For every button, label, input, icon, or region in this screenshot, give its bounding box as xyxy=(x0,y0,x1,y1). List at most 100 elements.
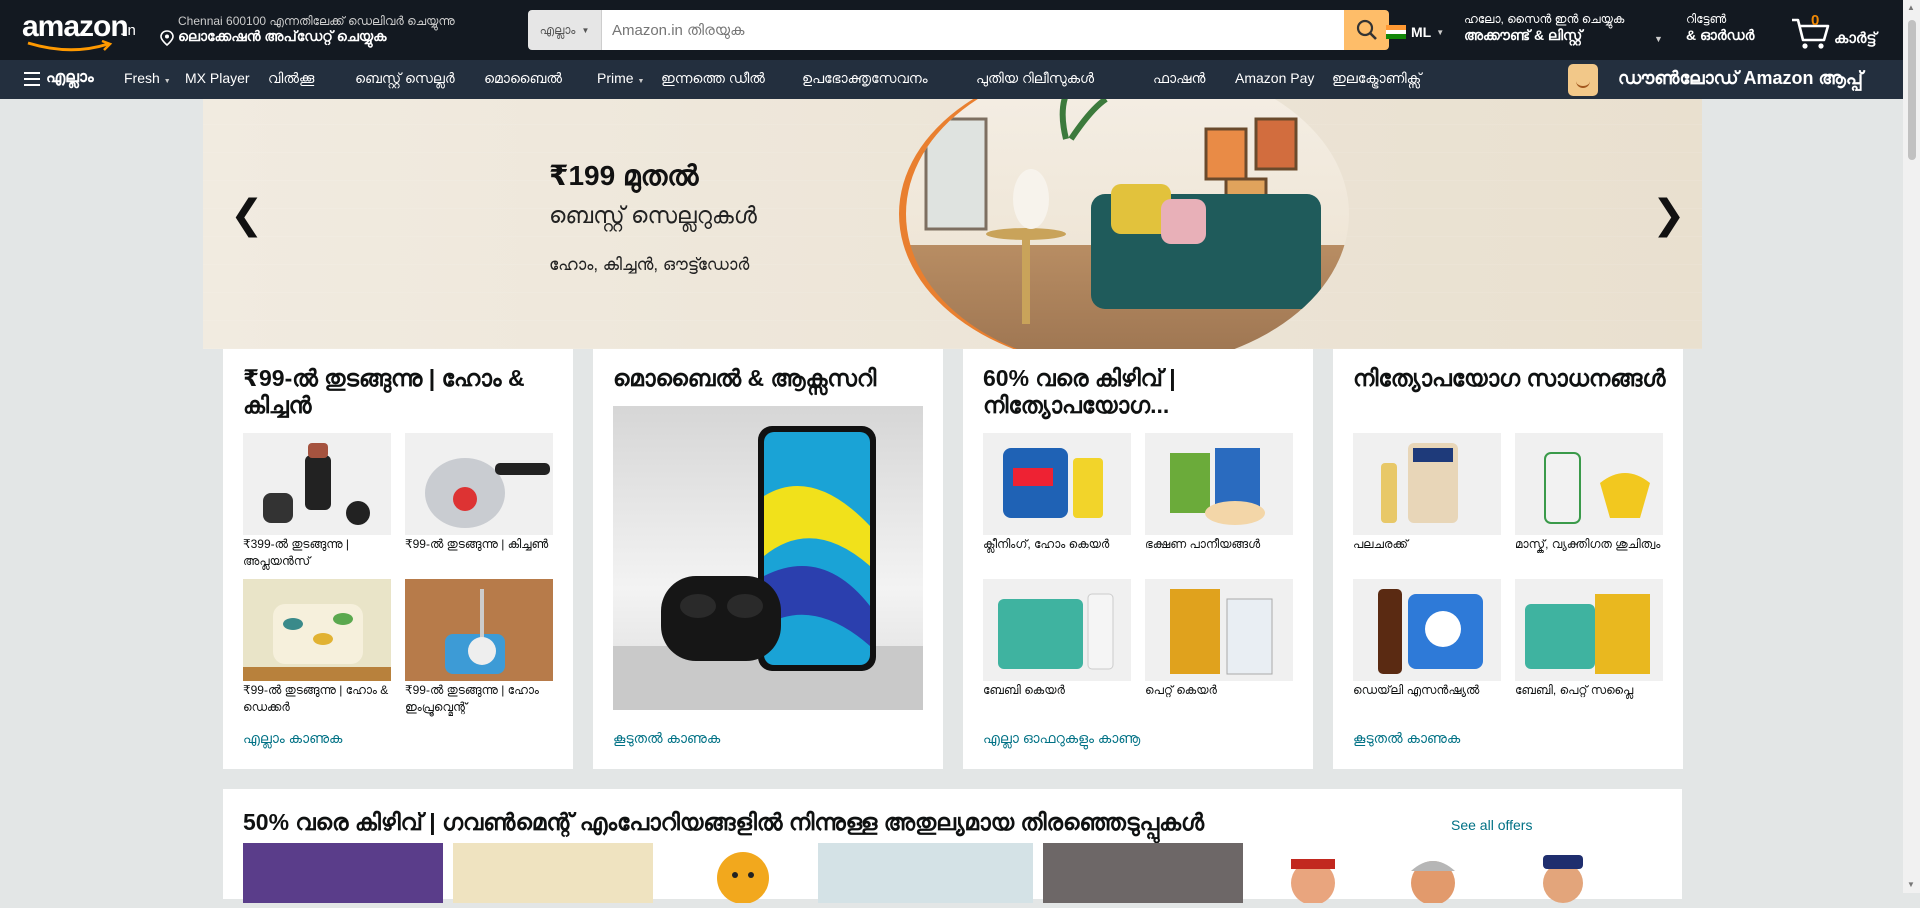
mop-image xyxy=(405,579,553,681)
search-category-select[interactable]: എല്ലാം ▼ xyxy=(528,10,602,50)
nav-item-todays-deals[interactable]: ഇന്നത്തെ ഡീൽ xyxy=(661,70,765,87)
hero-price: ₹199 മുതൽ xyxy=(549,160,699,191)
tile-caption: ₹99-ൽ തുടങ്ങുന്നു | ഹോം & ഡെക്കർ xyxy=(243,683,389,714)
tile-caption: ₹99-ൽ തുടങ്ങുന്നു | കിച്ചൺ xyxy=(405,537,549,551)
product-thumbnail[interactable] xyxy=(1383,843,1483,905)
product-thumbnail[interactable] xyxy=(683,843,803,904)
nav-item-fresh[interactable]: Fresh ▼ xyxy=(124,70,171,86)
page-scrollbar[interactable]: ▲ ▼ xyxy=(1903,0,1920,893)
chevron-down-icon: ▼ xyxy=(637,78,645,85)
tile-caption: ₹399-ൽ തുടങ്ങുന്നു | അപ്ലയൻസ് xyxy=(243,537,349,568)
logo-smile-icon xyxy=(27,40,113,52)
nav-item-amazon-pay[interactable]: Amazon Pay xyxy=(1235,70,1314,86)
carousel-prev-button[interactable]: ❮ xyxy=(230,192,264,238)
tile-masks-hygiene[interactable]: മാസ്ക്, വ്യക്തിഗത ശുചിത്വം xyxy=(1515,433,1663,553)
tile-appliances[interactable]: ₹399-ൽ തുടങ്ങുന്നു | അപ്ലയൻസ് xyxy=(243,433,391,570)
card-see-more-link[interactable]: കൂടുതൽ കാണുക xyxy=(613,730,720,747)
strip-title: 50% വരെ കിഴിവ് | ഗവൺമെന്റ് എംപോറിയങ്ങളിൽ… xyxy=(243,809,1205,835)
search-icon xyxy=(1356,19,1377,40)
scroll-up-icon[interactable]: ▲ xyxy=(1907,3,1915,12)
tile-food-beverages[interactable]: ഭക്ഷണ പാനീയങ്ങൾ xyxy=(1145,433,1293,553)
cleaning-products-image xyxy=(983,433,1131,535)
language-selector[interactable]: ML ▼ xyxy=(1386,24,1444,40)
tile-grocery[interactable]: പലചരക്ക് xyxy=(1353,433,1501,553)
tile-daily-essential[interactable]: ഡെയ്‌ലി എസൻഷ്യൽ xyxy=(1353,579,1501,699)
nav-item-mx-player[interactable]: MX Player xyxy=(185,70,250,86)
tile-caption: ബേബി, പെറ്റ് സപ്ലൈ xyxy=(1515,683,1634,697)
chevron-down-icon: ▼ xyxy=(581,25,590,35)
hero-carousel[interactable]: ₹199 മുതൽ ബെസ്റ്റ് സെല്ലറുകൾ ഹോം, കിച്ചൻ… xyxy=(203,99,1702,349)
tile-caption: ഡെയ്‌ലി എസൻഷ്യൽ xyxy=(1353,683,1480,697)
product-thumbnail[interactable] xyxy=(818,843,1033,903)
cart-icon xyxy=(1792,18,1830,49)
logo-text: amazon xyxy=(22,10,129,43)
government-emporium-strip: 50% വരെ കിഴിവ് | ഗവൺമെന്റ് എംപോറിയങ്ങളിൽ… xyxy=(223,789,1682,905)
card-title: 60% വരെ കിഴിവ് | നിത്യോപയോഗ... xyxy=(983,365,1176,418)
tile-caption: പെറ്റ് കെയർ xyxy=(1145,683,1217,697)
search-input[interactable] xyxy=(602,10,1344,50)
nav-item-fashion[interactable]: ഫാഷൻ xyxy=(1153,70,1205,87)
nav-item-new-releases[interactable]: പുതിയ റിലീസുകൾ xyxy=(976,70,1094,87)
product-thumbnail[interactable] xyxy=(1263,843,1363,905)
deliver-to-location[interactable]: Chennai 600100 എന്നതിലേക്ക് ഡെലിവർ ചെയ്യ… xyxy=(160,12,510,50)
location-pin-icon xyxy=(160,30,174,46)
hero-subtitle: ബെസ്റ്റ് സെല്ലറുകൾ xyxy=(549,202,757,228)
chevron-down-icon: ▼ xyxy=(1654,34,1663,44)
food-products-image xyxy=(1145,433,1293,535)
returns-label: റിട്ടേൺ xyxy=(1686,12,1727,26)
shampoo-detergent-image xyxy=(1353,579,1501,681)
product-thumbnail[interactable] xyxy=(1503,843,1613,903)
nav-all[interactable]: എല്ലാം xyxy=(46,69,94,87)
download-app-promo[interactable]: ഡൗൺലോഡ് Amazon ആപ്പ് xyxy=(1618,68,1863,89)
mobile-earbuds-image[interactable] xyxy=(613,406,923,710)
baby-pet-supplies-image xyxy=(1515,579,1663,681)
tile-pet-care[interactable]: പെറ്റ് കെയർ xyxy=(1145,579,1293,699)
search-button[interactable] xyxy=(1344,10,1389,50)
product-thumbnail[interactable] xyxy=(1043,843,1243,903)
card-see-more-link[interactable]: കൂടുതൽ കാണുക xyxy=(1353,730,1460,747)
search-category-label: എല്ലാം xyxy=(539,22,576,37)
top-header: amazon .in Chennai 600100 എന്നതിലേക്ക് ഡ… xyxy=(0,0,1920,60)
card-title: ₹99-ൽ തുടങ്ങുന്നു | ഹോം & കിച്ചൻ xyxy=(243,365,525,418)
card-see-all-link[interactable]: എല്ലാം കാണുക xyxy=(243,730,342,747)
account-lists[interactable]: ഹലോ, സൈൻ ഇൻ ചെയ്യുക അക്കൗണ്ട് & ലിസ്റ്റ്… xyxy=(1464,12,1663,44)
hygiene-products-image xyxy=(1515,433,1663,535)
card-daily-essentials-offers: 60% വരെ കിഴിവ് | നിത്യോപയോഗ... ക്ലീനിംഗ്… xyxy=(963,349,1313,769)
tile-cleaning-home-care[interactable]: ക്ലീനിംഗ്, ഹോം കെയർ xyxy=(983,433,1131,553)
nav-item-electronics[interactable]: ഇലക്ട്രോണിക്സ് xyxy=(1332,70,1421,87)
tile-baby-care[interactable]: ബേബി കെയർ xyxy=(983,579,1131,699)
nav-bar: എല്ലാം Fresh ▼ MX Player വിൽക്കൂ ബെസ്റ്റ… xyxy=(0,60,1920,99)
cushion-image xyxy=(243,579,391,681)
hero-living-room-image xyxy=(899,99,1349,349)
cart-button[interactable]: 0 കാർട്ട് xyxy=(1790,10,1910,52)
returns-orders[interactable]: റിട്ടേൺ & ഓർഡർ xyxy=(1686,12,1754,44)
see-all-offers-link[interactable]: See all offers xyxy=(1451,817,1532,833)
nav-item-prime[interactable]: Prime ▼ xyxy=(597,70,644,86)
nav-item-label: Fresh xyxy=(124,70,160,86)
tile-caption: ₹99-ൽ തുടങ്ങുന്നു | ഹോം ഇംപ്രൂവ്മെന്റ് xyxy=(405,683,539,714)
carousel-next-button[interactable]: ❯ xyxy=(1652,192,1686,238)
search-bar: എല്ലാം ▼ xyxy=(528,10,1389,50)
tile-kitchen[interactable]: ₹99-ൽ തുടങ്ങുന്നു | കിച്ചൺ xyxy=(405,433,553,553)
scrollbar-thumb[interactable] xyxy=(1908,20,1916,160)
language-label: ML xyxy=(1411,24,1432,40)
product-thumbnail[interactable] xyxy=(453,843,653,903)
nav-item-mobiles[interactable]: മൊബൈൽ xyxy=(484,70,562,87)
hamburger-menu-icon[interactable] xyxy=(24,72,40,90)
nav-item-customer-service[interactable]: ഉപഭോക്തൃസേവനം xyxy=(802,70,928,87)
tile-home-decor[interactable]: ₹99-ൽ തുടങ്ങുന്നു | ഹോം & ഡെക്കർ xyxy=(243,579,391,716)
nav-item-label: Prime xyxy=(597,70,634,86)
logo-suffix: .in xyxy=(120,22,136,39)
appliances-image xyxy=(243,433,391,535)
amazon-logo[interactable]: amazon .in xyxy=(20,10,140,52)
nav-item-best-sellers[interactable]: ബെസ്റ്റ് സെല്ലർ xyxy=(355,70,455,87)
nav-item-sell[interactable]: വിൽക്കൂ xyxy=(268,70,314,87)
tile-home-improvement[interactable]: ₹99-ൽ തുടങ്ങുന്നു | ഹോം ഇംപ്രൂവ്മെന്റ് xyxy=(405,579,553,716)
orders-label: & ഓർഡർ xyxy=(1686,27,1755,43)
card-all-offers-link[interactable]: എല്ലാ ഓഫറുകളും കാണൂ xyxy=(983,730,1140,747)
product-thumbnail[interactable] xyxy=(243,843,443,903)
tile-caption: മാസ്ക്, വ്യക്തിഗത ശുചിത്വം xyxy=(1515,537,1661,551)
deliver-line-1: Chennai 600100 എന്നതിലേക്ക് ഡെലിവർ ചെയ്യ… xyxy=(178,14,455,28)
tile-baby-pet-supplies[interactable]: ബേബി, പെറ്റ് സപ്ലൈ xyxy=(1515,579,1663,699)
scroll-down-icon[interactable]: ▼ xyxy=(1907,880,1915,889)
